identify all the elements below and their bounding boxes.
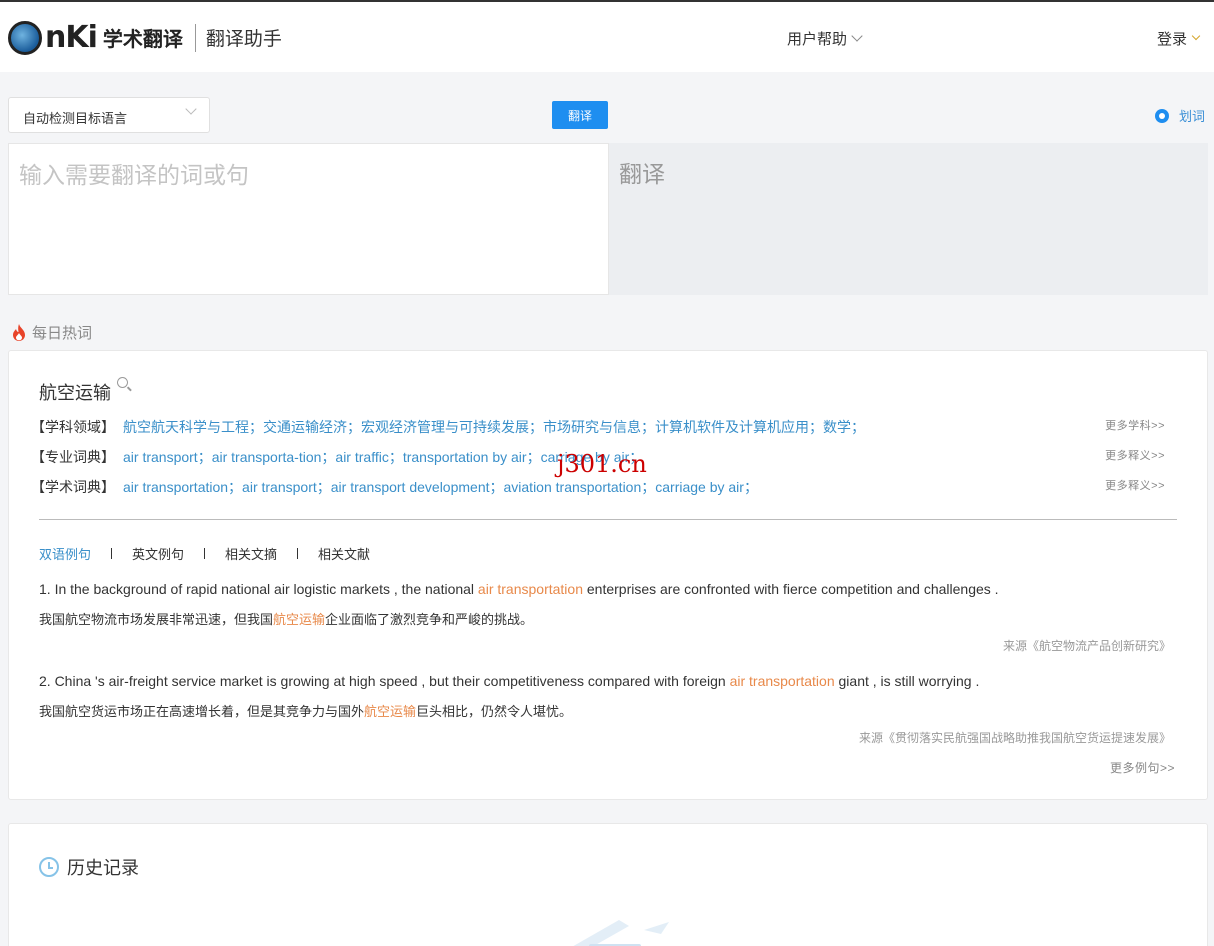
sentence-text: 企业面临了激烈竞争和严峻的挑战。 [325, 612, 534, 627]
subject-field-row: 【学科领域】 航空航天科学与工程；交通运输经济；宏观经济管理与可持续发展；市场研… [31, 417, 865, 437]
hot-word: 航空运输 [39, 377, 128, 405]
target-language-value: 自动检测目标语言 [23, 111, 128, 126]
professional-dict-row: 【专业词典】 air transport；air transporta-tion… [31, 447, 643, 467]
sentence-text: 2. China 's air-freight service market i… [39, 673, 730, 689]
globe-logo-icon [8, 20, 42, 55]
history-title: 历史记录 [67, 858, 139, 878]
chevron-down-icon [851, 30, 863, 42]
tab-separator [204, 548, 206, 559]
sentence-text: enterprises are confronted with fierce c… [582, 581, 999, 597]
logo-wordmark: nKi [45, 20, 98, 55]
watermark-text: j301.cn [557, 450, 647, 478]
login-menu[interactable]: 登录 [1157, 28, 1201, 49]
example-english-sentence: 2. China 's air-freight service market i… [39, 673, 979, 689]
example-source-link[interactable]: 来源《航空物流产品创新研究》 [1003, 637, 1171, 654]
tab-related-abstracts[interactable]: 相关文摘 [225, 544, 277, 563]
more-definitions-link[interactable]: 更多释义>> [1105, 477, 1165, 493]
daily-hot-words-title: 每日热词 [32, 325, 93, 342]
target-language-select[interactable]: 自动检测目标语言 [8, 97, 210, 133]
source-text-panel [8, 143, 609, 295]
top-header: nKi 学术翻译 翻译助手 用户帮助 登录 [0, 2, 1214, 72]
more-definitions-link[interactable]: 更多释义>> [1105, 447, 1165, 463]
sentence-text: giant , is still worrying . [834, 673, 980, 689]
example-source-link[interactable]: 来源《贯彻落实民航强国战略助推我国航空货运提速发展》 [859, 729, 1171, 746]
highlight-term: air transportation [729, 673, 835, 689]
more-subjects-link[interactable]: 更多学科>> [1105, 417, 1165, 433]
search-icon[interactable] [117, 377, 128, 388]
sentence-text: 我国航空货运市场正在高速增长着，但是其竞争力与国外 [39, 704, 365, 719]
user-help-menu[interactable]: 用户帮助 [787, 28, 863, 49]
sentence-text: 我国航空物流市场发展非常迅速，但我国 [39, 612, 274, 627]
history-heading: 历史记录 [39, 854, 139, 880]
def-text[interactable]: 航空航天科学与工程；交通运输经济；宏观经济管理与可持续发展；市场研究与信息；计算… [123, 417, 865, 437]
logo-title: 学术翻译 [102, 29, 183, 51]
sentence-text: 1. In the background of rapid national a… [39, 581, 478, 597]
def-label: 【学术词典】 [31, 479, 115, 495]
def-label: 【学科领域】 [31, 419, 115, 435]
more-examples-link[interactable]: 更多例句>> [1110, 759, 1175, 776]
word-select-label: 划词 [1179, 109, 1206, 124]
highlight-term: air transportation [477, 581, 583, 597]
daily-hot-words-heading: 每日热词 [12, 322, 92, 343]
example-chinese-sentence: 我国航空物流市场发展非常迅速，但我国航空运输企业面临了激烈竞争和严峻的挑战。 [39, 609, 533, 628]
hot-word-card: 航空运输 【学科领域】 航空航天科学与工程；交通运输经济；宏观经济管理与可持续发… [8, 350, 1208, 800]
example-chinese-sentence: 我国航空货运市场正在高速增长着，但是其竞争力与国外航空运输巨头相比，仍然令人堪忧… [39, 701, 572, 720]
source-text-input[interactable] [9, 144, 608, 294]
chevron-down-icon [185, 103, 197, 115]
sentence-text: 巨头相比，仍然令人堪忧。 [416, 704, 573, 719]
tab-english-examples[interactable]: 英文例句 [132, 544, 184, 563]
word-select-toggle[interactable]: 划词 [1155, 106, 1205, 125]
example-english-sentence: 1. In the background of rapid national a… [39, 581, 999, 597]
hot-word-text[interactable]: 航空运输 [39, 379, 111, 405]
tab-related-literature[interactable]: 相关文献 [318, 544, 370, 563]
cnki-logo[interactable]: nKi 学术翻译 翻译助手 [8, 20, 282, 55]
tab-bilingual-examples[interactable]: 双语例句 [39, 544, 91, 563]
history-card: 历史记录 [8, 823, 1208, 946]
radio-checked-icon[interactable] [1155, 108, 1169, 123]
empty-history-illustration [573, 920, 669, 946]
example-tabs: 双语例句 英文例句 相关文摘 相关文献 [39, 544, 370, 563]
tab-separator [297, 548, 299, 559]
logo-divider [194, 23, 196, 52]
translate-button[interactable]: 翻译 [552, 101, 608, 129]
def-label: 【专业词典】 [31, 449, 115, 465]
flame-icon [13, 324, 25, 341]
section-divider [39, 519, 1177, 520]
clock-icon [39, 857, 59, 877]
page-subtitle: 翻译助手 [205, 29, 282, 50]
login-label: 登录 [1157, 31, 1188, 48]
user-help-label: 用户帮助 [787, 31, 848, 48]
chevron-down-icon [1191, 31, 1201, 41]
translation-output: 翻译 [609, 143, 1208, 295]
academic-dict-row: 【学术词典】 air transportation；air transport；… [31, 477, 758, 497]
highlight-term: 航空运输 [364, 704, 417, 719]
tab-separator [111, 548, 113, 559]
def-text[interactable]: air transportation；air transport；air tra… [123, 477, 758, 497]
highlight-term: 航空运输 [273, 612, 326, 627]
